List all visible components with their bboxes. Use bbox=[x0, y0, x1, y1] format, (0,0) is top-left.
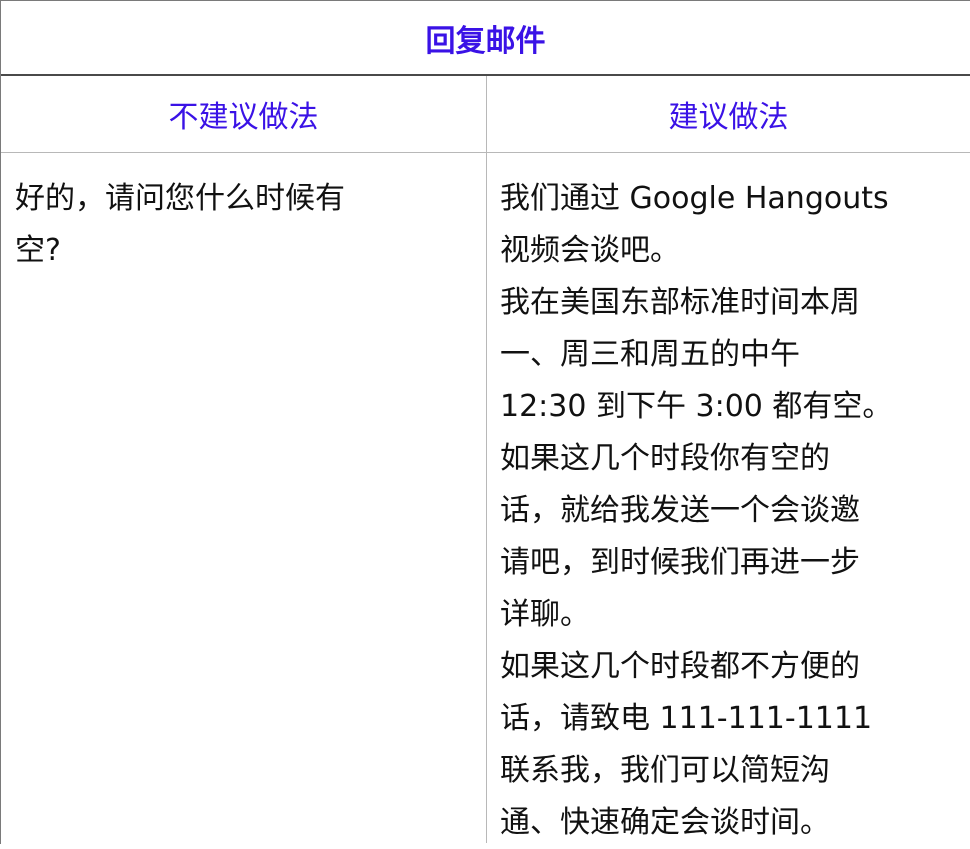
not-recommended-cell: 好的，请问您什么时候有 空? bbox=[1, 153, 487, 843]
recommended-line: 通、快速确定会谈时间。 bbox=[500, 805, 830, 840]
recommended-line: 联系我，我们可以简短沟 bbox=[500, 753, 830, 788]
recommended-line: 话，就给我发送一个会谈邀 bbox=[500, 493, 860, 528]
recommended-line: 请吧，到时候我们再进一步 bbox=[500, 545, 860, 580]
recommended-cell: 我们通过 Google Hangouts 视频会谈吧。 我在美国东部标准时间本周… bbox=[487, 153, 970, 843]
email-reply-table: 回复邮件 不建议做法 建议做法 好的，请问您什么时候有 空? 我们通过 Goog… bbox=[0, 0, 970, 844]
not-recommended-header-text: 不建议做法 bbox=[168, 100, 319, 135]
recommended-line: 详聊。 bbox=[500, 597, 590, 632]
table-title: 回复邮件 bbox=[425, 23, 546, 59]
recommended-header-text: 建议做法 bbox=[668, 100, 789, 135]
recommended-line: 话，请致电 111-111-1111 bbox=[500, 701, 873, 736]
table-content-row: 好的，请问您什么时候有 空? 我们通过 Google Hangouts 视频会谈… bbox=[1, 153, 970, 843]
recommended-line: 我们通过 Google Hangouts bbox=[500, 181, 889, 216]
table-title-row: 回复邮件 bbox=[1, 1, 970, 76]
recommended-line: 如果这几个时段都不方便的 bbox=[500, 649, 860, 684]
recommended-header: 建议做法 bbox=[487, 76, 970, 152]
recommended-line: 视频会谈吧。 bbox=[500, 233, 680, 268]
not-recommended-header: 不建议做法 bbox=[1, 76, 487, 152]
recommended-line: 如果这几个时段你有空的 bbox=[500, 441, 830, 476]
recommended-line: 一、周三和周五的中午 bbox=[500, 337, 800, 372]
table-header-row: 不建议做法 建议做法 bbox=[1, 76, 970, 153]
recommended-line: 12:30 到下午 3:00 都有空。 bbox=[500, 389, 893, 424]
not-recommended-line: 空? bbox=[15, 233, 61, 268]
not-recommended-line: 好的，请问您什么时候有 bbox=[15, 181, 345, 216]
recommended-line: 我在美国东部标准时间本周 bbox=[500, 285, 860, 320]
